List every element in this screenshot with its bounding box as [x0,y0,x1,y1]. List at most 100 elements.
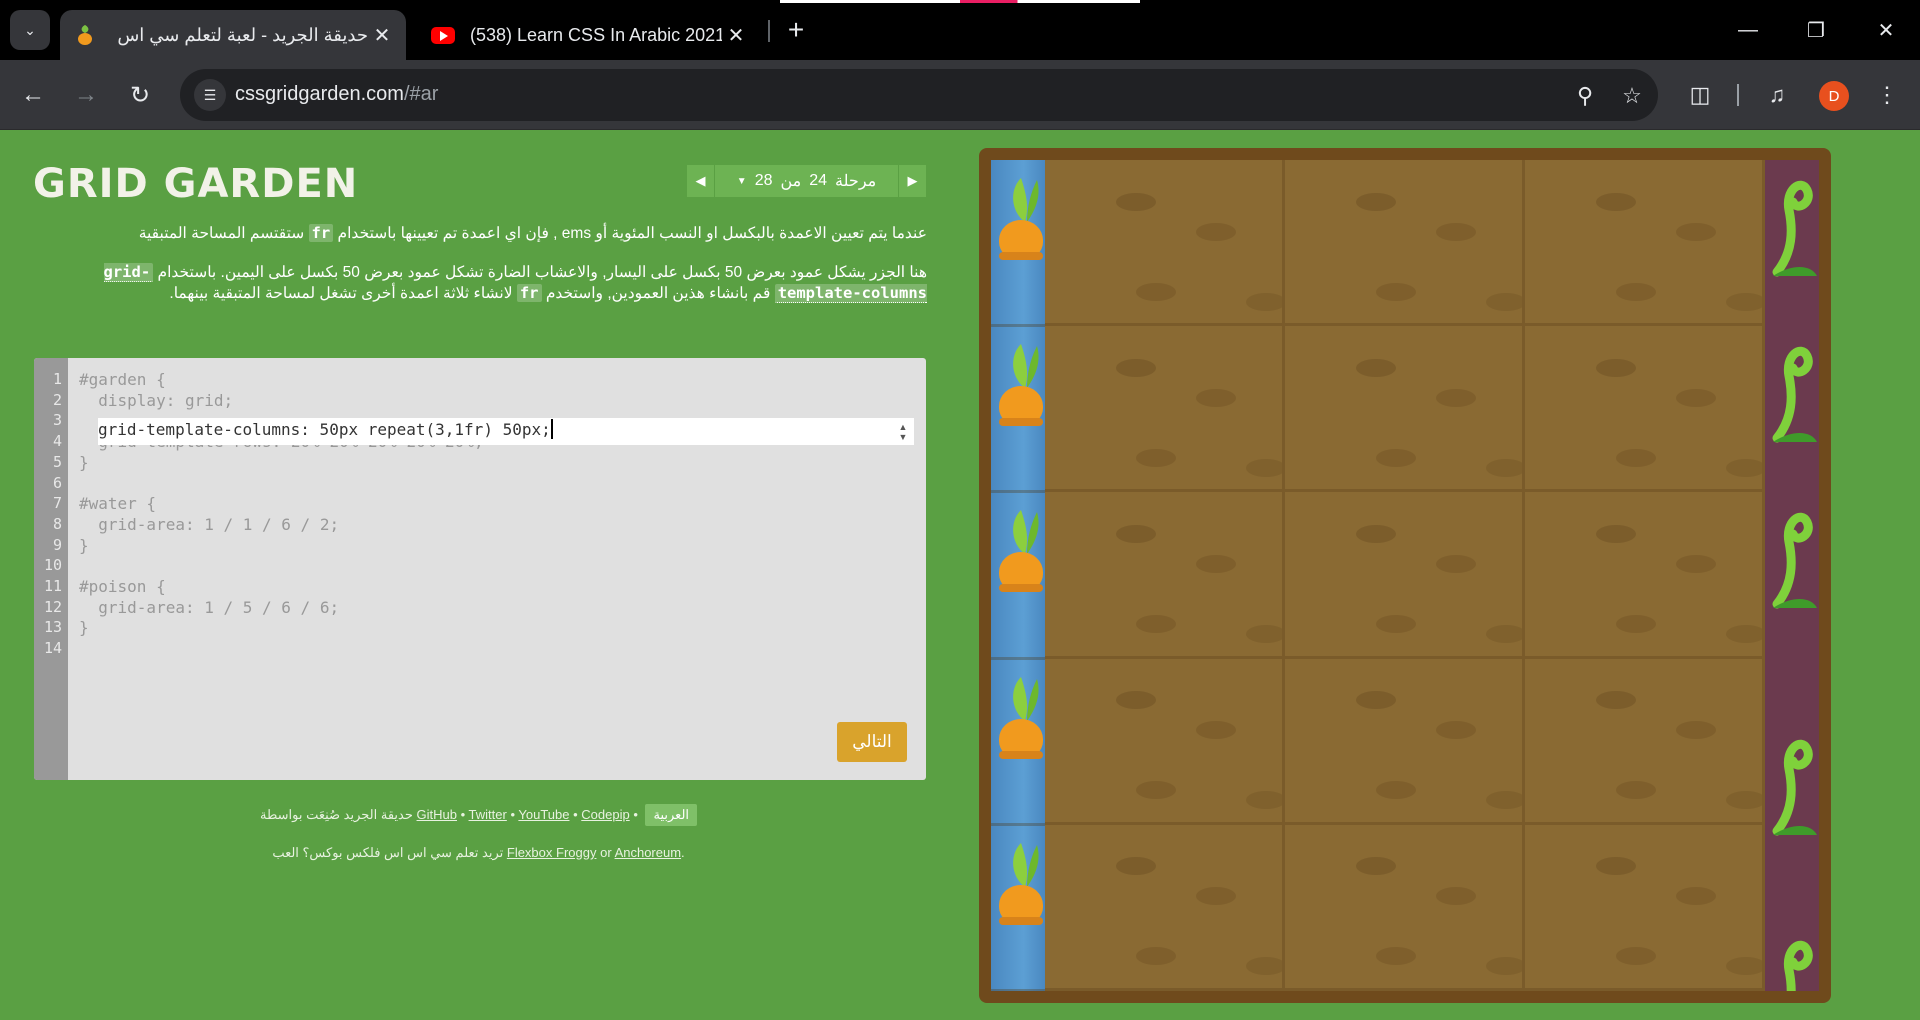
carrot-icon [999,671,1043,781]
browser-toolbar: ← → ↻ ☰ cssgridgarden.com/#ar ⚲ ☆ ◫ ♫ D … [0,60,1920,130]
water-divider [991,656,1045,660]
garden-grid [991,160,1819,991]
line-number: 14 [43,639,62,658]
url-text[interactable]: cssgridgarden.com/#ar [235,83,438,106]
site-info-icon[interactable]: ☰ [194,79,226,111]
toolbar-separator [1737,84,1739,106]
level-navigation: ◀ مرحلة 24 من 28 ▼ ▶ [687,165,926,197]
github-link[interactable]: GitHub [417,807,457,822]
soil-cell [1285,326,1525,493]
caret-down-icon: ▼ [736,175,747,187]
line-number: 1 [52,370,62,388]
soil-cell [1285,492,1525,659]
restore-icon: ❐ [1807,19,1825,42]
level-of: من [780,173,802,190]
line-number: 5 [52,452,62,471]
soil-cell [1285,658,1525,825]
soil-cell [1045,492,1285,659]
close-icon: ✕ [1877,19,1895,42]
code-line: } [79,618,89,638]
language-button[interactable]: العربية [645,804,698,826]
new-tab-button[interactable]: + [778,12,814,48]
reload-button[interactable]: ↻ [122,77,158,113]
close-window-button[interactable]: ✕ [1860,8,1912,52]
next-level-arrow-button[interactable]: ▶ [898,165,926,197]
made-by-text: حديقة الجريد صُنِعَت بواسطة [259,807,413,822]
line-number: 12 [43,597,62,616]
level-current: 24 [809,172,828,189]
media-control-icon[interactable]: ♫ [1760,78,1794,112]
tab-strip: ⌄ حديقة الجريد - لعبة لتعلم سي اس ✕ (538… [0,0,1920,60]
css-answer-value[interactable]: grid-template-columns: 50px repeat(3,1fr… [98,419,553,439]
credits: العربية • GitHub • Twitter • YouTube • C… [30,804,927,826]
zoom-icon[interactable]: ⚲ [1570,81,1600,111]
tab-separator [768,20,770,42]
water-divider [991,324,1045,328]
soil-cell [1525,658,1765,825]
profile-avatar[interactable]: D [1819,81,1849,111]
more-games: تريد تعلم سي اس اس فلكس بوكس؟ العب Flexb… [272,845,685,860]
soil-cell [1045,326,1285,493]
page-content: GRID GARDEN ◀ مرحلة 24 من 28 ▼ ▶ عندما ي… [0,131,1920,1020]
close-icon[interactable]: ✕ [368,21,396,49]
instruction-paragraph: هنا الجزر يشكل عمود بعرض 50 بكسل على الي… [103,263,927,303]
code-line: #garden { [79,370,166,389]
water-divider [991,490,1045,494]
anchoreum-link[interactable]: Anchoreum [615,845,681,860]
level-selector[interactable]: مرحلة 24 من 28 ▼ [715,165,898,197]
arrow-left-icon: ← [21,81,45,108]
garden-board [979,148,1831,1003]
twitter-link[interactable]: Twitter [469,807,507,822]
code-line: grid-area: 1 / 1 / 6 / 2; [79,514,340,534]
page-title: GRID GARDEN [33,161,359,207]
weed-icon [1767,920,1817,991]
plus-icon: + [787,14,805,45]
minimize-button[interactable]: — [1722,8,1774,52]
instructions: عندما يتم تعيين الاعمدة بالبكسل او النسب… [30,223,927,322]
weed-icon [1767,326,1817,446]
address-bar[interactable]: ☰ cssgridgarden.com/#ar ⚲ ☆ [180,69,1658,121]
previous-level-button[interactable]: ◀ [687,165,715,197]
tab-youtube[interactable]: (538) Learn CSS In Arabic 2021 ✕ [418,10,760,60]
input-resize-handle[interactable]: ▲ ▼ [896,422,910,442]
soil-cell [1045,160,1285,327]
code-snippet: fr [516,284,542,302]
water-divider [991,822,1045,826]
soil-cell [1525,160,1765,327]
soil-cell [1525,492,1765,659]
restore-button[interactable]: ❐ [1790,8,1842,52]
soil-cell [1045,824,1285,991]
tab-search-button[interactable]: ⌄ [10,10,50,50]
back-button[interactable]: ← [15,77,51,113]
more-games-text: تريد تعلم سي اس اس فلكس بوكس؟ العب [272,845,504,860]
triangle-right-icon: ▶ [907,173,918,188]
soil-cell [1285,824,1525,991]
line-number: 6 [52,473,62,492]
carrot-icon [999,837,1043,947]
extensions-icon[interactable]: ◫ [1683,78,1717,112]
tab-grid-garden[interactable]: حديقة الجريد - لعبة لتعلم سي اس ✕ [60,10,406,60]
weed-icon [1767,492,1817,612]
flexbox-froggy-link[interactable]: Flexbox Froggy [507,845,597,860]
forward-button[interactable]: → [68,77,104,113]
next-button[interactable]: التالي [837,722,907,762]
line-number: 13 [43,618,62,637]
line-number: 11 [43,577,62,595]
youtube-icon [430,22,456,48]
chevron-down-icon: ⌄ [24,21,36,38]
line-number: 4 [52,432,62,451]
menu-icon[interactable]: ⋮ [1870,78,1904,112]
tab-title: حديقة الجريد - لعبة لتعلم سي اس [117,24,368,45]
water-area [991,160,1045,991]
line-number: 3 [52,411,62,430]
code-line: } [79,452,89,472]
bookmark-star-icon[interactable]: ☆ [1617,81,1647,111]
code-line: } [79,535,89,555]
close-icon[interactable]: ✕ [722,21,750,49]
weed-icon [1767,719,1817,839]
line-number: 7 [52,494,62,513]
tab-group-indicator [780,0,1140,3]
code-line: display: grid; [79,390,234,410]
codepip-link[interactable]: Codepip [581,807,629,822]
youtube-link[interactable]: YouTube [518,807,569,822]
